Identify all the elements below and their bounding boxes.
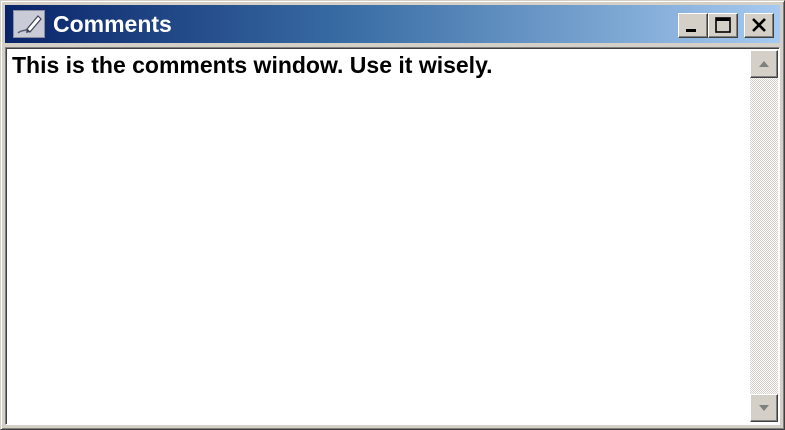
minimize-button[interactable] [678, 13, 708, 38]
comments-text-area[interactable]: This is the comments window. Use it wise… [8, 50, 750, 422]
comments-pane: This is the comments window. Use it wise… [5, 47, 780, 425]
scroll-down-button[interactable] [750, 394, 778, 422]
maximize-button[interactable] [708, 13, 738, 38]
window-title: Comments [53, 11, 172, 37]
comments-text: This is the comments window. Use it wise… [12, 52, 493, 78]
scroll-up-button[interactable] [750, 50, 778, 78]
pen-icon[interactable] [13, 10, 45, 38]
vertical-scrollbar[interactable] [750, 50, 778, 422]
close-button[interactable] [744, 13, 774, 38]
comments-window: Comments This is the comments window. Us… [0, 0, 785, 430]
title-bar[interactable]: Comments [5, 5, 780, 43]
